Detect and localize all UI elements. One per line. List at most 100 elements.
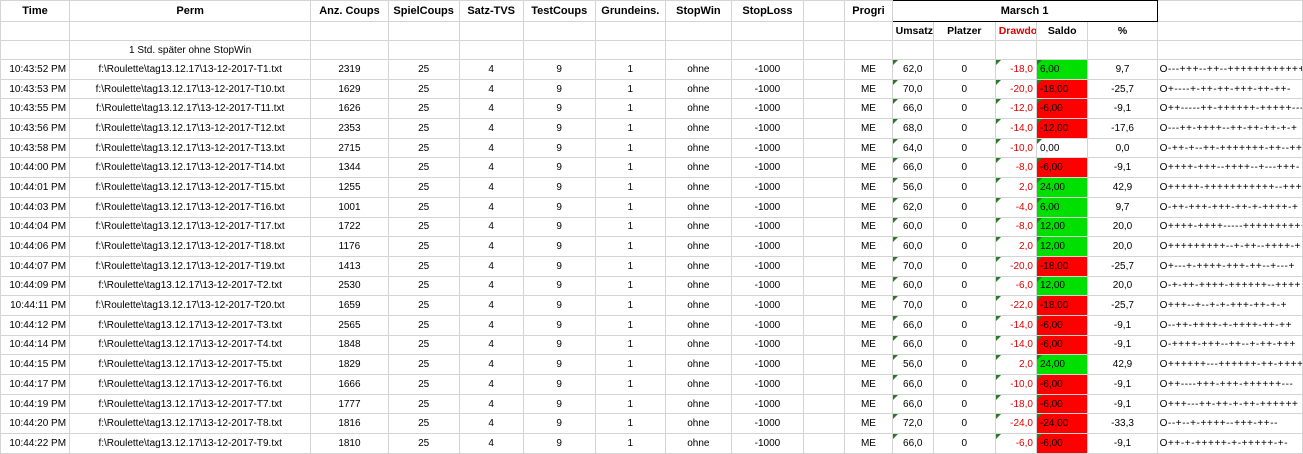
cell-percent[interactable]: -25,7 [1087, 255, 1158, 277]
cell-empty[interactable] [664, 21, 732, 41]
cell-stopwin[interactable]: ohne [664, 314, 732, 336]
cell-umsatz[interactable]: 66,0 [891, 334, 934, 356]
cell-umsatz[interactable]: 72,0 [891, 413, 934, 435]
cell-percent[interactable]: -9,1 [1087, 157, 1158, 179]
cell-empty[interactable] [1035, 40, 1089, 60]
cell-saldo[interactable]: 12,00 [1035, 275, 1089, 297]
cell-stopwin[interactable]: ohne [664, 157, 732, 179]
cell-time[interactable]: 10:44:19 PM [0, 393, 71, 415]
cell-testcoups[interactable]: 9 [522, 157, 596, 179]
cell-drawdown[interactable]: -20,0 [994, 255, 1037, 277]
cell-percent[interactable]: 9,7 [1087, 196, 1158, 218]
cell-grundeins[interactable]: 1 [594, 295, 666, 316]
cell-pattern[interactable]: O-+-++-++++-++++++--++++ [1156, 275, 1303, 297]
cell-empty[interactable] [802, 314, 846, 336]
cell-empty[interactable] [802, 118, 846, 139]
cell-stopwin[interactable]: ohne [664, 334, 732, 356]
cell-testcoups[interactable]: 9 [522, 354, 596, 375]
cell-umsatz[interactable]: 60,0 [891, 216, 934, 238]
cell-saldo[interactable]: -6,00 [1035, 98, 1089, 120]
cell-umsatz[interactable]: 66,0 [891, 433, 934, 454]
cell-stopwin[interactable]: ohne [664, 177, 732, 198]
cell-anz-coups[interactable]: 1816 [310, 413, 389, 435]
cell-saldo[interactable]: 24,00 [1035, 177, 1089, 198]
cell-saldo[interactable]: -18,00 [1035, 78, 1089, 100]
cell-platzer[interactable]: 0 [932, 59, 996, 80]
cell-percent[interactable]: 20,0 [1087, 275, 1158, 297]
cell-empty[interactable] [802, 354, 846, 375]
cell-perm[interactable]: f:\Roulette\tag13.12.17\13-12-2017-T2.tx… [69, 275, 312, 297]
col-header-stoploss[interactable]: StopLoss [730, 0, 805, 22]
cell-saldo[interactable]: -6,00 [1035, 374, 1089, 395]
cell-drawdown[interactable]: -6,0 [994, 433, 1037, 454]
cell-grundeins[interactable]: 1 [594, 413, 666, 435]
cell-percent[interactable]: -9,1 [1087, 433, 1158, 454]
cell-saldo[interactable]: -6,00 [1035, 433, 1089, 454]
cell-progri[interactable]: ME [844, 59, 893, 80]
cell-percent[interactable]: -9,1 [1087, 314, 1158, 336]
col-header-satz-tvs[interactable]: Satz-TVS [458, 0, 524, 22]
cell-percent[interactable]: 9,7 [1087, 59, 1158, 80]
cell-spielcoups[interactable]: 25 [387, 275, 460, 297]
cell-umsatz[interactable]: 70,0 [891, 78, 934, 100]
cell-empty[interactable] [802, 275, 846, 297]
cell-empty[interactable] [664, 40, 732, 60]
cell-pattern[interactable]: O-++-+++-+++-++-+-++++-+ [1156, 196, 1303, 218]
cell-satz-tvs[interactable]: 4 [458, 354, 524, 375]
cell-platzer[interactable]: 0 [932, 334, 996, 356]
cell-anz-coups[interactable]: 2319 [310, 59, 389, 80]
cell-empty[interactable] [310, 40, 389, 60]
cell-time[interactable]: 10:44:00 PM [0, 157, 71, 179]
cell-progri[interactable]: ME [844, 137, 893, 159]
cell-umsatz[interactable]: 60,0 [891, 275, 934, 297]
cell-empty[interactable] [458, 21, 524, 41]
cell-umsatz[interactable]: 66,0 [891, 314, 934, 336]
cell-platzer[interactable]: 0 [932, 255, 996, 277]
cell-perm[interactable]: f:\Roulette\tag13.12.17\13-12-2017-T12.t… [69, 118, 312, 139]
cell-spielcoups[interactable]: 25 [387, 433, 460, 454]
cell-spielcoups[interactable]: 25 [387, 255, 460, 277]
cell-saldo[interactable]: 12,00 [1035, 216, 1089, 238]
cell-testcoups[interactable]: 9 [522, 314, 596, 336]
cell-grundeins[interactable]: 1 [594, 314, 666, 336]
cell-time[interactable]: 10:44:20 PM [0, 413, 71, 435]
col-header-spielcoups[interactable]: SpielCoups [387, 0, 460, 22]
cell-empty[interactable] [802, 433, 846, 454]
cell-saldo[interactable]: -6,00 [1035, 334, 1089, 356]
cell-time[interactable]: 10:43:55 PM [0, 98, 71, 120]
cell-time[interactable]: 10:44:17 PM [0, 374, 71, 395]
cell-testcoups[interactable]: 9 [522, 334, 596, 356]
cell-empty[interactable] [1087, 40, 1158, 60]
cell-progri[interactable]: ME [844, 413, 893, 435]
cell-satz-tvs[interactable]: 4 [458, 393, 524, 415]
cell-perm[interactable]: f:\Roulette\tag13.12.17\13-12-2017-T18.t… [69, 236, 312, 257]
cell-platzer[interactable]: 0 [932, 413, 996, 435]
cell-umsatz[interactable]: 66,0 [891, 393, 934, 415]
cell-empty[interactable] [802, 59, 846, 80]
cell-empty[interactable] [802, 334, 846, 356]
cell-stoploss[interactable]: -1000 [730, 275, 805, 297]
cell-drawdown[interactable]: -20,0 [994, 78, 1037, 100]
cell-drawdown[interactable]: 2,0 [994, 354, 1037, 375]
cell-empty[interactable] [802, 255, 846, 277]
cell-perm[interactable]: f:\Roulette\tag13.12.17\13-12-2017-T16.t… [69, 196, 312, 218]
cell-perm[interactable]: f:\Roulette\tag13.12.17\13-12-2017-T17.t… [69, 216, 312, 238]
cell-time[interactable]: 10:44:14 PM [0, 334, 71, 356]
cell-empty[interactable] [522, 40, 596, 60]
cell-empty[interactable] [802, 78, 846, 100]
cell-pattern[interactable]: O--+--+-++++--+++-++-- [1156, 413, 1303, 435]
cell-progri[interactable]: ME [844, 393, 893, 415]
col-header-pattern[interactable] [1156, 0, 1303, 22]
cell-perm[interactable]: f:\Roulette\tag13.12.17\13-12-2017-T6.tx… [69, 374, 312, 395]
cell-time[interactable]: 10:44:15 PM [0, 354, 71, 375]
col-header-grundeins[interactable]: Grundeins. [594, 0, 666, 22]
cell-percent[interactable]: 20,0 [1087, 216, 1158, 238]
cell-time[interactable]: 10:43:58 PM [0, 137, 71, 159]
cell-satz-tvs[interactable]: 4 [458, 413, 524, 435]
cell-pattern[interactable]: O-++++-+++--++--+-++-+++ [1156, 334, 1303, 356]
cell-empty[interactable] [802, 21, 846, 41]
cell-pattern[interactable]: O---++-++++--++-++-++-+-+ [1156, 118, 1303, 139]
cell-satz-tvs[interactable]: 4 [458, 78, 524, 100]
cell-grundeins[interactable]: 1 [594, 433, 666, 454]
cell-perm[interactable]: f:\Roulette\tag13.12.17\13-12-2017-T4.tx… [69, 334, 312, 356]
